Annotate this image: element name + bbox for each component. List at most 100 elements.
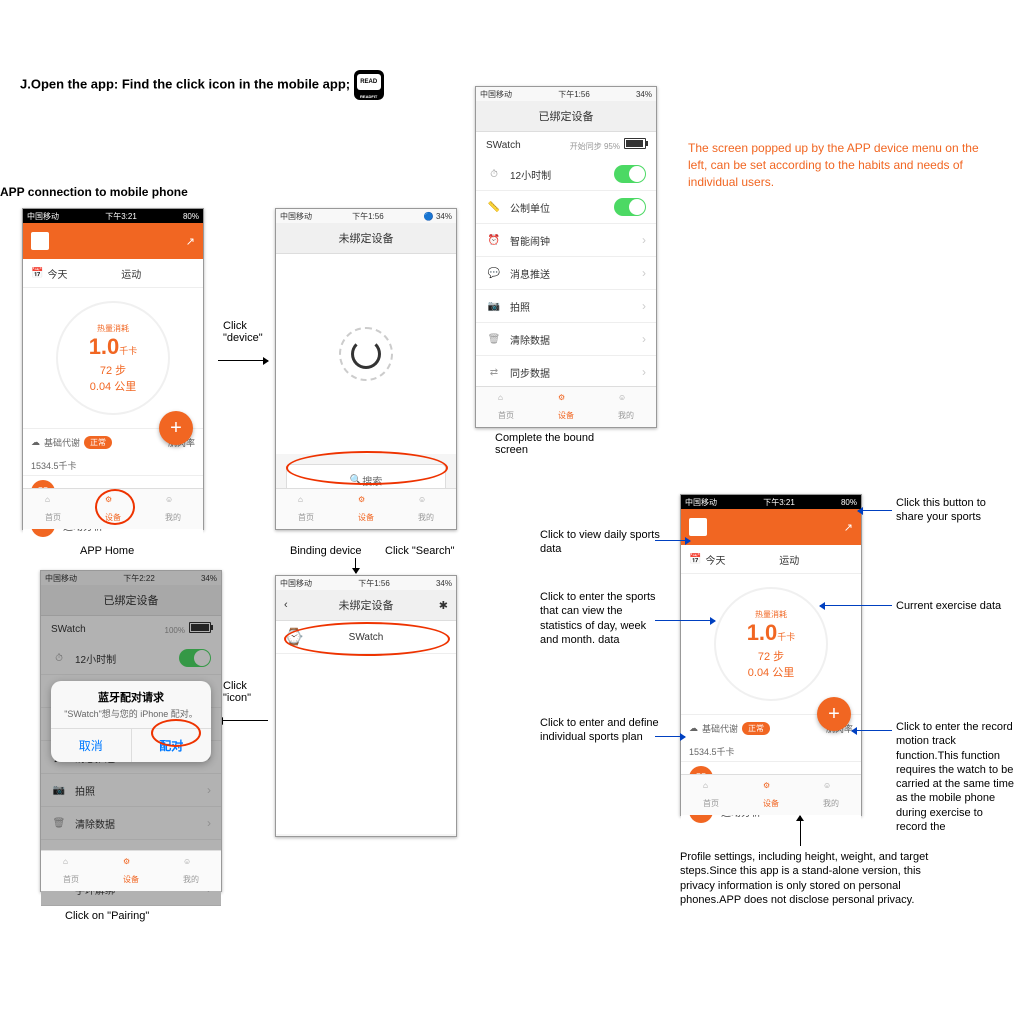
callout-daily: Click to view daily sports data xyxy=(540,528,660,557)
phone-binding: 中国移动下午1:56🔵 34% 未绑定设备 🔍 搜索 ⌂首页 ⚙设备 ☺我的 xyxy=(275,208,457,530)
fab-add[interactable]: + xyxy=(817,697,851,731)
status-bar: 中国移动下午1:56🔵 34% xyxy=(276,209,456,223)
status-bar: 中国移动下午2:2234% xyxy=(41,571,221,585)
swatch-status-row: SWatch 开始同步 95% xyxy=(476,132,656,158)
phone-app-home: 中国移动下午3:2180% ↗ 📅 今天 运动 热量消耗 1.0千卡 72 步 … xyxy=(22,208,204,530)
callout-profile: Profile settings, including height, weig… xyxy=(680,850,930,907)
tab-bar: ⌂首页 ⚙设备 ☺我的 xyxy=(41,850,221,891)
date-row[interactable]: 📅 今天 运动 xyxy=(681,545,861,574)
loading-icon: ✱ xyxy=(439,599,448,612)
alarm-icon: ⏰ xyxy=(486,232,502,248)
tab-device[interactable]: ⚙设备 xyxy=(101,851,161,891)
caption-click-search: Click "Search" xyxy=(385,545,455,557)
home-icon: ⌂ xyxy=(45,495,61,511)
bmr-badge: 正常 xyxy=(84,436,112,449)
cloud-icon: ☁ xyxy=(31,437,40,448)
red-circle-search xyxy=(286,451,448,485)
phone-pairing: 中国移动下午2:2234% 已绑定设备 SWatch 100% ⏱12小时制 📏… xyxy=(40,570,222,892)
steps-value: 72 步 xyxy=(100,362,126,378)
camera-icon: 📷 xyxy=(486,298,502,314)
tab-home[interactable]: ⌂首页 xyxy=(23,489,83,529)
tab-mine[interactable]: ☺我的 xyxy=(161,851,221,891)
setting-sync[interactable]: ⇄同步数据› xyxy=(476,356,656,389)
share-icon[interactable]: ↗ xyxy=(186,235,195,248)
arrow-right-1 xyxy=(218,360,268,361)
binding-header: ‹未绑定设备✱ xyxy=(276,590,456,621)
tab-bar: ⌂首页 ⚙设备 ☺我的 xyxy=(476,386,656,427)
exercise-circle[interactable]: 热量消耗 1.0千卡 72 步 0.04 公里 xyxy=(681,574,861,714)
arrow-stats xyxy=(655,620,715,621)
fab-add[interactable]: + xyxy=(159,411,193,445)
swatch-status-row: SWatch 100% xyxy=(41,616,221,642)
arrow-left-1 xyxy=(218,720,268,721)
toggle-12h[interactable] xyxy=(614,165,646,183)
tab-home[interactable]: ⌂首页 xyxy=(276,489,336,529)
binding-header: 未绑定设备 xyxy=(276,223,456,254)
status-bar: 中国移动下午3:2180% xyxy=(23,209,203,223)
setting-clear[interactable]: 🗑清除数据› xyxy=(476,323,656,356)
settings-header: 已绑定设备 xyxy=(41,585,221,616)
tab-home[interactable]: ⌂首页 xyxy=(476,387,536,427)
toggle-metric[interactable] xyxy=(614,198,646,216)
calendar-icon: 📅 xyxy=(31,268,43,279)
caption-app-home: APP Home xyxy=(80,545,134,557)
arrow-plan xyxy=(655,736,685,737)
app-header: ↗ xyxy=(681,509,861,545)
date-row[interactable]: 📅 今天 运动 xyxy=(23,259,203,288)
sync-icon: ⇄ xyxy=(486,364,502,380)
arrow-share xyxy=(858,510,892,511)
dialog-title: 蓝牙配对请求 xyxy=(51,681,211,707)
tab-bar: ⌂首页 ⚙设备 ☺我的 xyxy=(681,774,861,815)
cancel-button[interactable]: 取消 xyxy=(51,729,132,762)
callout-stats: Click to enter the sports that can view … xyxy=(540,590,660,647)
callout-record: Click to enter the record motion track f… xyxy=(896,720,1016,834)
status-bar: 中国移动下午3:2180% xyxy=(681,495,861,509)
caption-pairing: Click on "Pairing" xyxy=(65,910,149,922)
tab-mine[interactable]: ☺我的 xyxy=(596,387,656,427)
orange-note: The screen popped up by the APP device m… xyxy=(688,140,988,190)
cal-value: 1.0 xyxy=(89,334,120,359)
share-icon[interactable]: ↗ xyxy=(844,521,853,534)
phone-settings: 中国移动下午1:5634% 已绑定设备 SWatch 开始同步 95% ⏱12小… xyxy=(475,86,657,428)
setting-camera[interactable]: 📷拍照› xyxy=(476,290,656,323)
mine-icon: ☺ xyxy=(165,495,181,511)
ruler-icon: 📏 xyxy=(486,199,502,215)
callout-share: Click this button to share your sports xyxy=(896,496,1016,525)
tab-home[interactable]: ⌂首页 xyxy=(681,775,741,815)
distance-value: 0.04 公里 xyxy=(90,378,136,394)
setting-12hour[interactable]: ⏱12小时制 xyxy=(476,158,656,191)
bmr-label: 基础代谢 xyxy=(44,436,80,449)
cloud-icon: ☁ xyxy=(689,723,698,734)
red-circle-pair xyxy=(151,719,201,747)
tab-home[interactable]: ⌂首页 xyxy=(41,851,101,891)
today-label: 今天 xyxy=(47,266,67,281)
arrow-current xyxy=(820,605,892,606)
runner-icon xyxy=(689,518,707,536)
subsection-heading: APP connection to mobile phone xyxy=(0,185,188,199)
label-click-icon: Click "icon" xyxy=(223,680,273,704)
tab-device[interactable]: ⚙设备 xyxy=(336,489,396,529)
tab-device[interactable]: ⚙设备 xyxy=(741,775,801,815)
tab-device[interactable]: ⚙设备 xyxy=(536,387,596,427)
tab-bar: ⌂首页 ⚙设备 ☺我的 xyxy=(276,488,456,529)
app-header: ↗ xyxy=(23,223,203,259)
status-bar: 中国移动下午1:5634% xyxy=(276,576,456,590)
exercise-circle[interactable]: 热量消耗 1.0千卡 72 步 0.04 公里 xyxy=(23,288,203,428)
clock-icon: ⏱ xyxy=(486,166,502,182)
tab-mine[interactable]: ☺我的 xyxy=(143,489,203,529)
callout-plan: Click to enter and define individual spo… xyxy=(540,716,660,745)
runner-icon xyxy=(31,232,49,250)
settings-header: 已绑定设备 xyxy=(476,101,656,132)
setting-alarm[interactable]: ⏰智能闹钟› xyxy=(476,224,656,257)
sport-title: 运动 xyxy=(67,266,195,281)
tab-mine[interactable]: ☺我的 xyxy=(801,775,861,815)
total-cal: 1534.5千卡 xyxy=(23,455,203,475)
arrow-record xyxy=(852,730,892,731)
arrow-down-1 xyxy=(355,558,356,573)
setting-notify[interactable]: 💬消息推送› xyxy=(476,257,656,290)
tab-mine[interactable]: ☺我的 xyxy=(396,489,456,529)
caption-binding: Binding device xyxy=(290,545,362,557)
setting-metric[interactable]: 📏公制单位 xyxy=(476,191,656,224)
readfit-app-icon xyxy=(354,70,384,100)
phone-search-result: 中国移动下午1:5634% ‹未绑定设备✱ ⌚ SWatch xyxy=(275,575,457,837)
